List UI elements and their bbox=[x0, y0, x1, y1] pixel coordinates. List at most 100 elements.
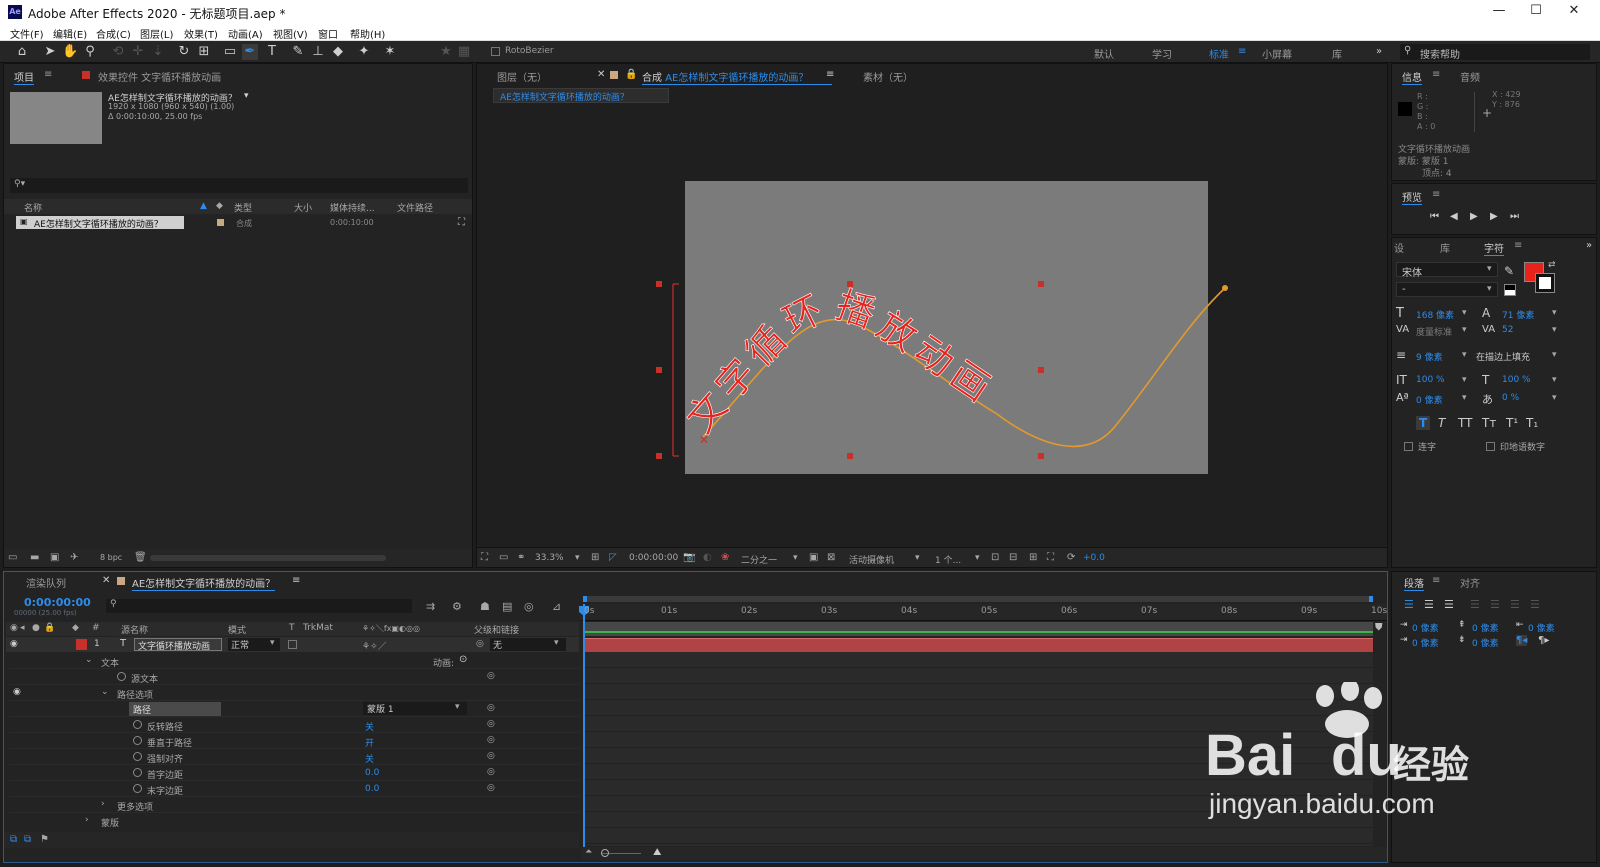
interpret-footage-icon[interactable]: ▭ bbox=[8, 552, 17, 563]
work-area-bar[interactable] bbox=[583, 622, 1373, 636]
transform-handle-tl[interactable] bbox=[656, 281, 662, 287]
chevron-down-icon[interactable]: ▾ bbox=[793, 553, 798, 563]
timeline-timecode[interactable]: 0:00:00:00 bbox=[24, 596, 91, 609]
rotobezier-checkbox[interactable] bbox=[491, 47, 500, 56]
viewer-timecode[interactable]: 0:00:00:00 bbox=[629, 553, 678, 563]
prop-force-align-value[interactable]: 关 bbox=[365, 752, 374, 765]
close-tab-icon[interactable]: ✕ bbox=[102, 575, 110, 586]
zoom-out-icon[interactable]: ⏶ bbox=[585, 847, 592, 857]
zoom-in-icon[interactable]: ⛰ bbox=[653, 847, 661, 858]
vertical-scale-value[interactable]: 100 % bbox=[1416, 375, 1445, 385]
comp-button-icon[interactable]: ⛊ bbox=[1375, 622, 1385, 642]
col-source-name[interactable]: 源名称 bbox=[121, 623, 148, 636]
col-media-duration[interactable]: 媒体持续... bbox=[330, 201, 375, 214]
work-area-start[interactable] bbox=[583, 596, 587, 602]
menu-layer[interactable]: 图层(L) bbox=[140, 26, 173, 41]
shy-layers-icon[interactable]: ☗ bbox=[480, 600, 490, 613]
tab-align[interactable]: 对齐 bbox=[1460, 575, 1480, 590]
bit-depth-button[interactable]: 8 bpc bbox=[100, 553, 122, 562]
transform-handle-mr[interactable] bbox=[1038, 367, 1044, 373]
indent-right-value[interactable]: 0 像素 bbox=[1528, 621, 1555, 634]
adjust-settings-icon[interactable]: ✈ bbox=[70, 552, 78, 563]
current-time-indicator[interactable] bbox=[583, 604, 585, 848]
workspace-menu-icon[interactable]: ≡ bbox=[1238, 46, 1246, 57]
animate-menu-icon[interactable]: ⊙ bbox=[459, 654, 467, 665]
expression-pickwhip-icon[interactable]: ◎ bbox=[487, 751, 495, 761]
timeline-search-input[interactable]: ⚲ bbox=[106, 599, 412, 613]
resolution-select[interactable]: 二分之一 bbox=[741, 553, 777, 566]
graph-editor-icon[interactable]: ⊿ bbox=[552, 600, 561, 613]
character-menu-icon[interactable]: ≡ bbox=[1514, 240, 1522, 251]
chevron-down-icon[interactable]: ▾ bbox=[1462, 350, 1467, 360]
mask-visibility-icon[interactable]: ◸ bbox=[609, 552, 617, 563]
dolly-camera-icon[interactable]: ⇣ bbox=[150, 44, 166, 60]
baseline-shift-value[interactable]: 0 像素 bbox=[1416, 393, 1443, 406]
font-style-select[interactable]: - ▾ bbox=[1396, 282, 1498, 297]
small-caps-button[interactable]: Tт bbox=[1482, 416, 1496, 430]
tab-settings[interactable]: 设 bbox=[1394, 240, 1404, 255]
all-caps-button[interactable]: TT bbox=[1458, 416, 1472, 430]
flowchart-icon[interactable]: ⛶ bbox=[458, 217, 465, 228]
pan-camera-icon[interactable]: ✛ bbox=[130, 44, 146, 60]
menu-composition[interactable]: 合成(C) bbox=[96, 26, 131, 41]
prop-reverse-value[interactable]: 关 bbox=[365, 720, 374, 733]
chevron-down-icon[interactable]: ▾ bbox=[1462, 308, 1467, 318]
menu-view[interactable]: 视图(V) bbox=[273, 26, 308, 41]
comp-breadcrumb[interactable]: AE怎样制文字循环播放的动画？ bbox=[493, 88, 669, 103]
chevron-down-icon[interactable]: ▾ bbox=[975, 553, 980, 563]
views-select[interactable]: 1 个... bbox=[935, 553, 961, 566]
clone-stamp-tool-icon[interactable]: ⊥ bbox=[310, 44, 326, 60]
transform-handle-bc[interactable] bbox=[847, 453, 853, 459]
path-mask-select[interactable]: 蒙版 1 ▾ bbox=[363, 702, 467, 715]
chevron-down-icon[interactable]: ▾ bbox=[1552, 393, 1557, 403]
transform-handle-tr[interactable] bbox=[1038, 281, 1044, 287]
pickwhip-icon[interactable]: ◎ bbox=[476, 639, 484, 649]
col-name[interactable]: 名称 bbox=[24, 201, 42, 214]
eyedropper-icon[interactable]: ✎ bbox=[1504, 264, 1514, 278]
fast-previews-icon[interactable]: ⊟ bbox=[1009, 552, 1017, 563]
leading-value[interactable]: 71 像素 bbox=[1502, 308, 1534, 321]
exposure-value[interactable]: +0.0 bbox=[1083, 553, 1105, 563]
tab-layer-viewer[interactable]: 图层（无） bbox=[497, 69, 547, 84]
prop-last-margin-value[interactable]: 0.0 bbox=[365, 784, 379, 794]
expression-pickwhip-icon[interactable]: ◎ bbox=[487, 767, 495, 777]
fit-frame-icon[interactable]: ⊞ bbox=[591, 552, 599, 563]
stroke-mode-select[interactable]: 在描边上填充 bbox=[1476, 350, 1530, 363]
preview-menu-icon[interactable]: ≡ bbox=[1432, 189, 1440, 200]
sort-ascending-icon[interactable]: ▲ bbox=[200, 201, 207, 211]
composition-canvas[interactable]: 文字循环播放动画 ✕ bbox=[477, 104, 1387, 544]
visibility-eye-icon[interactable]: ◉ bbox=[10, 639, 18, 649]
expression-pickwhip-icon[interactable]: ◎ bbox=[487, 735, 495, 745]
tab-composition[interactable]: 合成 AE怎样制文字循环播放的动画？ bbox=[642, 69, 832, 85]
stopwatch-icon[interactable] bbox=[133, 784, 142, 793]
workspace-learn[interactable]: 学习 bbox=[1152, 46, 1172, 61]
stopwatch-icon[interactable] bbox=[133, 736, 142, 745]
orbit-camera-icon[interactable]: ⟲ bbox=[110, 44, 126, 60]
menu-help[interactable]: 帮助(H) bbox=[350, 26, 385, 41]
tracking-value[interactable]: 52 bbox=[1502, 325, 1513, 335]
last-frame-icon[interactable]: ⏭ bbox=[1510, 211, 1519, 222]
zoom-tool-icon[interactable]: ⚲ bbox=[82, 44, 98, 60]
always-preview-icon[interactable]: ⛶ bbox=[481, 552, 488, 563]
color-channels-icon[interactable]: ❀ bbox=[721, 552, 729, 563]
chevron-down-icon[interactable]: ▾ bbox=[1552, 350, 1557, 360]
transform-handle-tc[interactable] bbox=[847, 281, 853, 287]
faux-italic-button[interactable]: T bbox=[1438, 416, 1445, 430]
tab-effect-controls[interactable]: 效果控件 文字循环播放动画 bbox=[98, 69, 221, 84]
zoom-select[interactable]: 33.3% bbox=[535, 553, 564, 563]
menu-effect[interactable]: 效果(T) bbox=[184, 26, 218, 41]
motion-blur-icon[interactable]: ◎ bbox=[524, 600, 534, 613]
menu-file[interactable]: 文件(F) bbox=[10, 26, 44, 41]
layer-switches-icons[interactable]: ⚘✧／ bbox=[362, 639, 387, 652]
work-area-end[interactable] bbox=[1369, 596, 1373, 602]
rotate-tool-icon[interactable]: ↻ bbox=[176, 44, 192, 60]
camera-select[interactable]: 活动摄像机 bbox=[849, 553, 894, 566]
next-frame-icon[interactable]: ▶ bbox=[1490, 211, 1498, 222]
trash-icon[interactable]: 🗑 bbox=[134, 552, 147, 563]
layer-label-color[interactable] bbox=[76, 639, 87, 650]
menu-window[interactable]: 窗口 bbox=[318, 26, 338, 41]
rtl-direction-icon[interactable]: ¶▸ bbox=[1538, 635, 1549, 646]
expand-arrow-icon[interactable]: ⌄ bbox=[101, 687, 109, 697]
snapping-star-icon[interactable]: ★ bbox=[438, 44, 454, 60]
stopwatch-icon[interactable] bbox=[133, 768, 142, 777]
